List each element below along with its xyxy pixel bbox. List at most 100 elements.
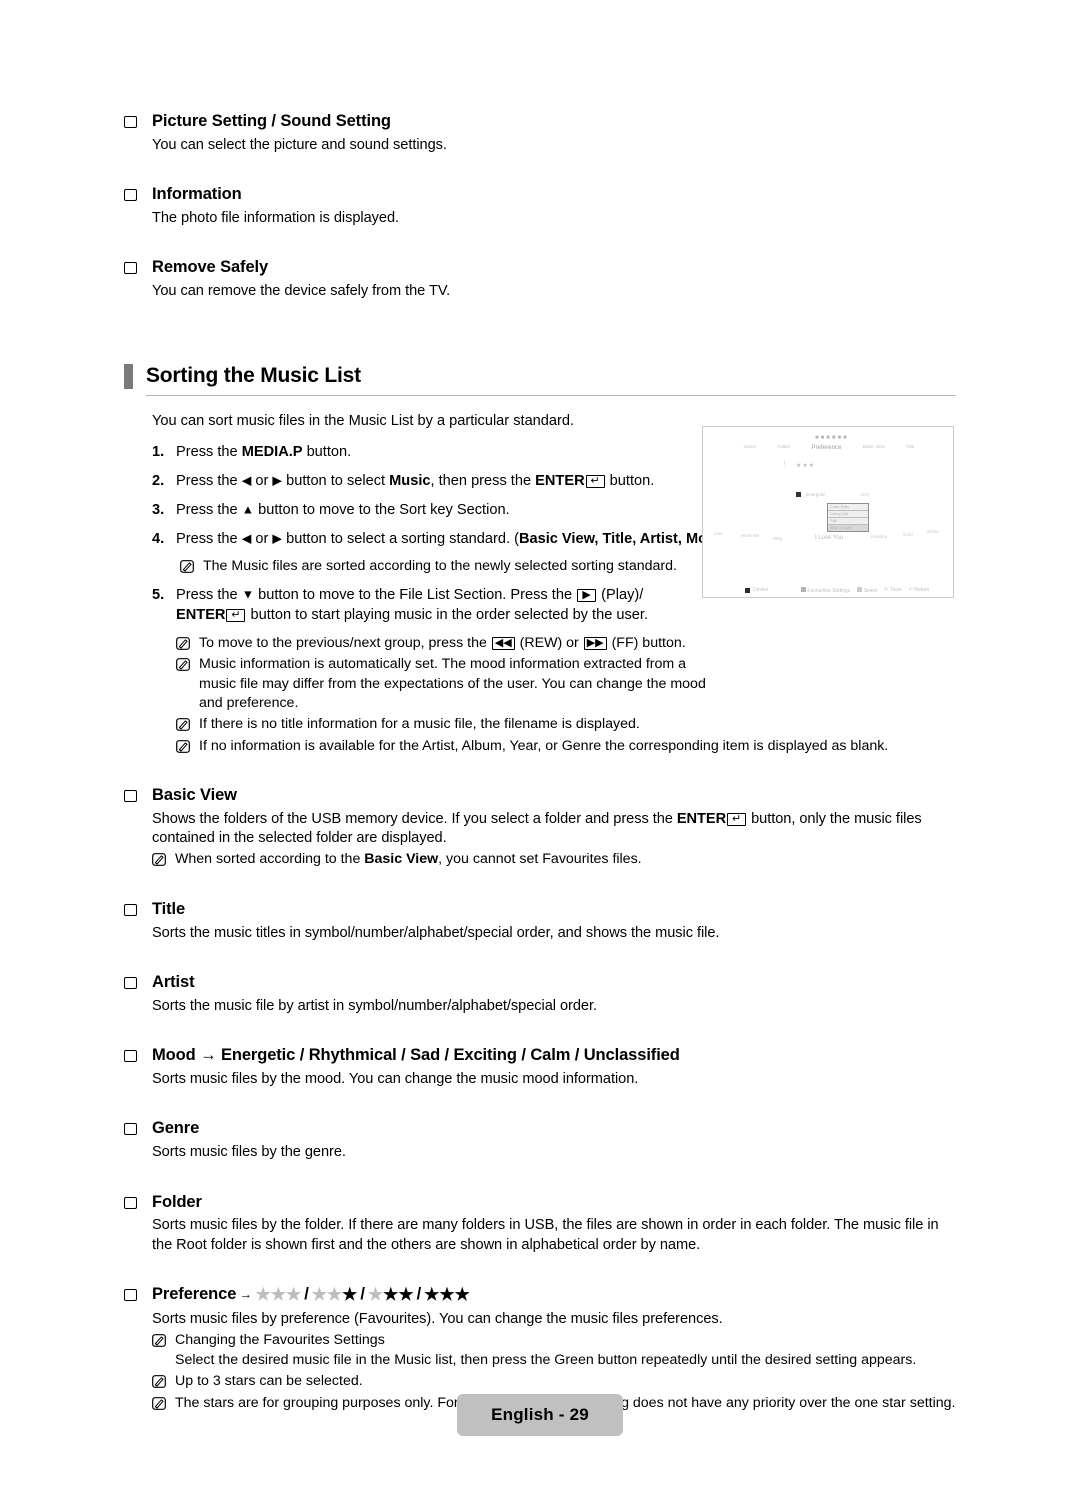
checkbox-outline-icon (124, 262, 137, 275)
tv-action-label: Favourites Settings (807, 587, 851, 594)
tv-action-label: Select (863, 587, 878, 594)
footer-label: English - 29 (491, 1405, 589, 1424)
return-icon: ↶ (908, 587, 913, 593)
up-arrow-icon: ▲ (241, 502, 255, 517)
checkbox-outline-icon (124, 789, 137, 802)
entry-body: Sorts the music titles in symbol/number/… (152, 924, 720, 941)
tv-tools-button[interactable]: ⇱ Tools (885, 587, 902, 593)
entry-body-pre: Shows the folders of the USB memory devi… (152, 810, 677, 827)
tv-favourites-settings-button[interactable]: Favourites Settings (801, 586, 851, 594)
tv-file-item[interactable]: Lies (714, 531, 722, 536)
entry-title: Information (152, 185, 242, 204)
page-content: Picture Setting / Sound Setting You can … (124, 112, 956, 1413)
star-group-0: ★★★ (255, 1284, 302, 1304)
tv-file-item-selected[interactable]: I Love You (815, 535, 843, 541)
entry-title-sort: Title Sorts the music titles in symbol/n… (124, 900, 956, 943)
tv-bottom-actions: Favourites Settings Select ⇱ Tools ↶ Ret… (801, 586, 930, 594)
tv-sort-key-selected: Preference (811, 444, 842, 451)
entry-body: Sorts music files by preference (Favouri… (152, 1310, 723, 1327)
entry-body: Sorts the music file by artist in symbol… (152, 997, 598, 1014)
pencil-note-icon (152, 1396, 166, 1410)
entry-title: Artist (152, 972, 195, 991)
section-header: Sorting the Music List (124, 363, 956, 389)
note-item: When sorted according to the Basic View,… (152, 850, 956, 869)
pencil-note-icon (152, 1333, 166, 1347)
entry-remove-safely: Remove Safely You can remove the device … (124, 258, 956, 301)
page-footer: English - 29 (457, 1394, 623, 1436)
enter-label: ENTER (676, 810, 727, 827)
play-key-icon: ▶ (577, 588, 597, 602)
tv-action-label: Return (914, 587, 930, 593)
entry-body: The photo file information is displayed. (152, 210, 400, 227)
step-number: 4. (152, 530, 165, 547)
star-separator: / (304, 1284, 309, 1303)
step-number: 5. (152, 586, 165, 603)
section-accent-bar (124, 363, 133, 389)
entry-body: You can select the picture and sound set… (152, 136, 447, 153)
tv-select-button[interactable]: Select (857, 586, 878, 594)
note-text: If there is no title information for a m… (199, 716, 640, 733)
preference-label: Preference (152, 1284, 237, 1303)
entry-title: Basic View (152, 785, 237, 804)
tv-sort-key: Genre (743, 444, 757, 449)
entry-title: Title (152, 899, 186, 918)
note-item: Changing the Favourites Settings (152, 1331, 956, 1350)
note-subtext: Select the desired music file in the Mus… (175, 1352, 917, 1369)
tv-sort-key: Basic View (862, 444, 885, 449)
pencil-note-icon (176, 739, 190, 753)
step-number: 1. (152, 444, 165, 461)
selection-dots-icon: ■■■■■■ (815, 435, 849, 441)
tv-mood-label: Energetic (806, 492, 826, 497)
tv-cursor-icon: ⋮ (781, 461, 788, 468)
entry-folder: Folder Sorts music files by the folder. … (124, 1193, 956, 1255)
fastforward-key-icon: ▶▶ (583, 636, 607, 650)
step5-notes: To move to the previous/next group, pres… (176, 634, 956, 756)
tv-menu-item-selected[interactable]: Blue & Dark (828, 525, 868, 531)
tv-mood-row: Energetic 2/37 (796, 492, 869, 497)
enter-key-icon: ↵ (727, 812, 747, 826)
favourites-swatch-icon (801, 586, 806, 592)
entry-title: Genre (152, 1119, 200, 1138)
note-item: Music information is automatically set. … (176, 655, 956, 713)
checkbox-outline-icon (124, 903, 137, 916)
enter-key-icon: ↵ (585, 475, 605, 489)
tv-file-item[interactable]: Gold (903, 532, 913, 537)
entry-title: Folder (152, 1192, 202, 1211)
entry-body: Sorts music files by the folder. If ther… (152, 1217, 939, 1253)
right-arrow-icon: ▶ (272, 473, 283, 488)
tools-icon: ⇱ (884, 587, 889, 593)
tv-file-item[interactable]: Why (773, 536, 782, 541)
select-swatch-icon (857, 586, 863, 592)
entry-artist: Artist Sorts the music file by artist in… (124, 973, 956, 1016)
tv-file-item[interactable]: Want Me (741, 533, 759, 538)
left-arrow-icon: ◀ (241, 531, 252, 545)
pencil-note-icon (176, 718, 190, 732)
tv-device-label: Device (753, 587, 769, 593)
rewind-key-icon: ◀◀ (491, 636, 515, 650)
entry-title: Remove Safely (152, 258, 269, 277)
left-arrow-icon: ◀ (241, 473, 252, 488)
checkbox-outline-icon (124, 976, 137, 989)
entry-body: Sorts music files by the genre. (152, 1144, 346, 1161)
pencil-note-icon (152, 853, 166, 867)
tv-file-item[interactable]: Hahaha (871, 534, 887, 539)
tv-device-button[interactable]: Device (745, 587, 768, 593)
entry-body: Shows the folders of the USB memory devi… (152, 810, 956, 849)
tv-menu-item[interactable]: Color Rain (828, 504, 868, 511)
pencil-note-icon (176, 658, 190, 672)
note-item: If there is no title information for a m… (176, 715, 956, 734)
tv-menu-item[interactable]: Still (828, 518, 868, 525)
checkbox-outline-icon (124, 116, 137, 128)
tv-return-button[interactable]: ↶ Return (909, 587, 930, 593)
star-group-1: ★★★ (311, 1284, 358, 1304)
tv-mini-stars: ★★★ (796, 463, 816, 469)
note-text: When sorted according to the Basic View,… (175, 851, 642, 868)
tv-file-item[interactable]: Shine (927, 529, 939, 534)
device-swatch-icon (745, 587, 750, 593)
tv-menu-item[interactable]: Going Out (828, 511, 868, 518)
tv-dropdown-menu[interactable]: Color Rain Going Out Still Blue & Dark (827, 503, 869, 532)
star-group-2: ★★★ (367, 1284, 414, 1304)
checkbox-outline-icon (124, 1196, 137, 1209)
entry-information: Information The photo file information i… (124, 185, 956, 228)
checkbox-outline-icon (124, 1050, 137, 1063)
